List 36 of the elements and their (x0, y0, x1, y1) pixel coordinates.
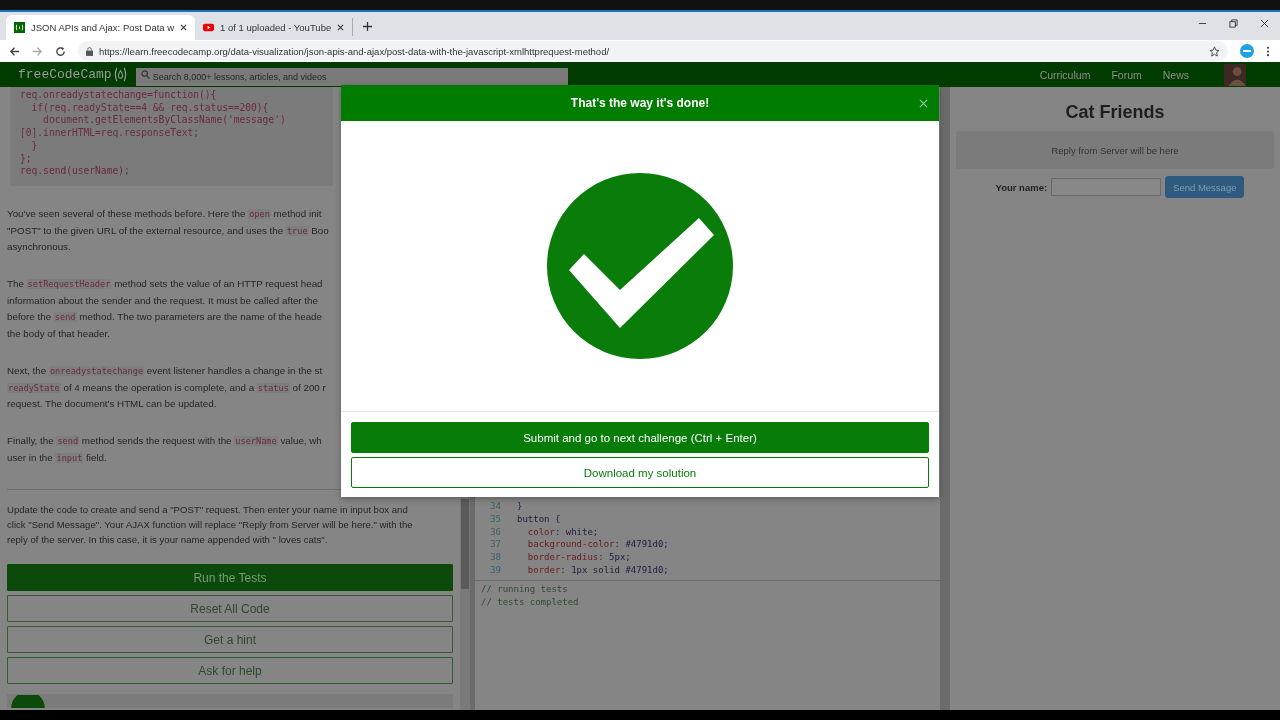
code-line: } (517, 501, 523, 512)
dialog-button[interactable]: Submit and go to next challenge (Ctrl + Enter) (351, 422, 929, 453)
url-text: https://learn.freecodecamp.org/data-visualization/json-apis-and-ajax/post-data-with-the-javascript-xmlhttprequest-method/ (99, 45, 610, 57)
line-number: 37 (489, 539, 501, 550)
browser-tab[interactable]: JSON APIs and Ajax: Post Data w (6, 15, 196, 40)
nav-link[interactable]: Forum (1111, 68, 1142, 81)
send-button[interactable]: Send Message (1165, 176, 1245, 198)
lesson-button[interactable]: Run the Tests (7, 564, 453, 592)
field-label: Your name: (995, 181, 1048, 193)
browser-tab[interactable]: 1 of 1 uploaded - YouTube (195, 18, 354, 36)
code-line: background-color: #4791d0; (526, 539, 669, 550)
line-number: 39 (489, 564, 501, 575)
message-text: Reply from Server will be here (1051, 144, 1179, 156)
dialog-title: That's the way it's done! (570, 96, 710, 110)
console-line: // running tests (481, 583, 569, 596)
lesson-button[interactable]: Get a hint (7, 626, 453, 654)
code-line: color: white; (526, 526, 599, 537)
line-number: 35 (489, 513, 501, 524)
code-line: border: 1px solid #4791d0; (526, 564, 669, 575)
instructions-text: Update the code to create and send a "POST" request. Then enter your name in input box and click "Send Message". Your AJAX function will replace "Reply from Server will be here." with the reply of the server. In this case, it is your name appended with " loves cats". (7, 503, 414, 548)
lesson-button[interactable]: Ask for help (7, 657, 453, 685)
site-logo[interactable]: freeCodeCamp (18, 67, 112, 82)
code-line: border-radius: 5px; (526, 551, 631, 562)
dialog-button[interactable]: Download my solution (351, 457, 929, 488)
line-number: 38 (489, 551, 501, 562)
nav-link[interactable]: News (1162, 68, 1189, 81)
code-sample: req.onreadystatechange=function(){ if(req.readyState==4 && req.status==200){ document.getElementsByClassName('message') [0].innerHTML=req.responseText; } }; req.send(userName); (10, 87, 333, 186)
preview-title: Cat Friends (1065, 102, 1165, 123)
line-number: 36 (489, 526, 501, 537)
lesson-button[interactable]: Reset All Code (7, 595, 453, 623)
address-bar[interactable]: https://learn.freecodecamp.org/data-visualization/json-apis-and-ajax/post-data-with-the-javascript-xmlhttprequest-method/ (78, 41, 1228, 61)
nav-link[interactable]: Curriculum (1039, 68, 1091, 81)
search-field[interactable]: Search 8,000+ lessons, articles, and videos (135, 67, 568, 86)
line-number: 34 (489, 501, 501, 512)
console-line: // tests completed (481, 595, 580, 608)
code-line: button { (517, 513, 561, 524)
